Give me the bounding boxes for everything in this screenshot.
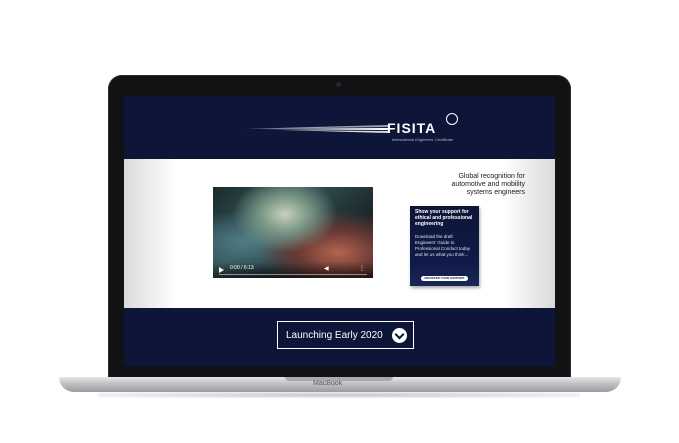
laptop-lid: FISITA International Engineers' Certific… [108,75,571,378]
volume-icon[interactable]: ◀ [324,266,331,272]
play-icon[interactable] [219,267,224,273]
main-content: 0:00 / 6:13 ◀ ⋮ Global recognition for a… [124,159,555,308]
promo-card: Show your support for ethical and profes… [410,206,479,286]
tagline-line-1: Global recognition for [458,173,525,180]
speed-lines-logo [241,125,388,133]
video-player[interactable]: 0:00 / 6:13 ◀ ⋮ [213,187,373,278]
camera [336,82,341,87]
device-brand-label: MacBook [313,380,343,387]
globe-icon [446,113,458,125]
register-support-button[interactable]: REGISTER YOUR SUPPORT [421,276,468,281]
header: FISITA International Engineers' Certific… [124,96,555,159]
promo-card-body: Download the draft Engineers' Guide to P… [415,234,471,257]
logo-text: FISITA [387,120,437,136]
footer: Launching Early 2020 [124,308,555,366]
video-controls: 0:00 / 6:13 ◀ ⋮ [213,262,373,278]
more-options-icon[interactable]: ⋮ [359,265,365,273]
chevron-down-icon[interactable] [392,328,407,343]
tagline: Global recognition for automotive and mo… [405,173,525,197]
launch-text: Launching Early 2020 [286,330,383,341]
video-time: 0:00 / 6:13 [230,265,254,271]
tagline-line-2: automotive and mobility [451,181,525,188]
launch-announcement-button[interactable]: Launching Early 2020 [277,321,414,349]
video-progress-bar[interactable] [219,274,367,275]
screen: FISITA International Engineers' Certific… [124,96,555,366]
tagline-line-3: systems engineers [466,189,525,196]
logo-subtext: International Engineers' Certificate [392,137,454,142]
promo-card-title: Show your support for ethical and profes… [415,209,473,227]
base-shadow [98,392,580,398]
